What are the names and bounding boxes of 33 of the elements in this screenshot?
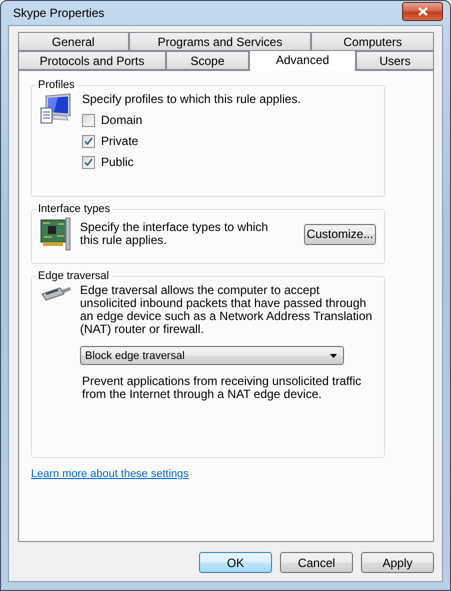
group-description: Edge traversal allows the computer to accept unsolicited inbound packets that have passed through an edge device such as a Network Address Translation (NAT) router or firewall. (80, 284, 374, 336)
group-description: Specify the interface types to which this rule applies. (80, 221, 270, 247)
checkbox-label: Public (101, 156, 134, 169)
network-card-icon (40, 217, 72, 251)
window-title: Skype Properties (12, 6, 104, 20)
tab[interactable]: Users (356, 51, 434, 70)
option-explanation: Prevent applications from receiving unsolicited traffic from the Internet through a NAT edge device. (81, 375, 362, 401)
tab[interactable]: Advanced (249, 50, 356, 71)
close-button[interactable] (402, 2, 443, 20)
checkbox[interactable] (82, 114, 95, 127)
check-icon (84, 158, 93, 167)
checkbox[interactable] (82, 135, 95, 148)
dialog-button[interactable]: Apply (361, 552, 434, 573)
tab[interactable]: General (18, 32, 129, 51)
customize-button[interactable]: Customize... (304, 224, 376, 244)
tab[interactable]: Protocols and Ports (18, 51, 166, 70)
group-title: Interface types (37, 203, 112, 215)
checkbox-label: Domain (101, 114, 142, 127)
dialog-button[interactable]: OK (199, 552, 272, 573)
checkbox[interactable] (82, 156, 95, 169)
close-icon (418, 6, 428, 16)
tab[interactable]: Scope (166, 51, 249, 70)
dropdown-arrow-icon (330, 354, 337, 358)
edge-traversal-dropdown[interactable]: Block edge traversal (80, 346, 344, 365)
checkbox-label: Private (101, 135, 138, 148)
group-description: Specify profiles to which this rule applies. (82, 93, 302, 106)
group-title: Profiles (37, 79, 76, 91)
tab[interactable]: Computers (311, 32, 434, 51)
group-title: Edge traversal (37, 270, 110, 282)
check-icon (84, 137, 93, 146)
learn-more-link[interactable]: Learn more about these settings (31, 468, 189, 480)
dialog-button[interactable]: Cancel (280, 552, 353, 573)
tab[interactable]: Programs and Services (128, 32, 312, 51)
